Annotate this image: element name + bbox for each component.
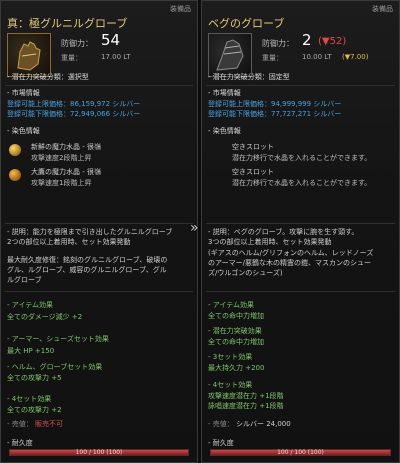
crystal-name: 新鮮の魔力水晶 - 很嶺 — [31, 143, 101, 151]
set-effect-value: 詠唱速度潜在力 +1段階 — [208, 402, 284, 410]
potential-type: - 潜在力突破分類：選択型 — [7, 73, 89, 81]
weight-label: 重量： — [61, 54, 82, 62]
crystal-name: 大鷹の魔力水晶 - 很嶺 — [31, 168, 101, 176]
set-effect-value: 最大持久力 +200 — [208, 364, 265, 372]
potential-type: - 潜在力突破分類：固定型 — [208, 73, 290, 81]
equipped-label: 装備品 — [372, 5, 393, 13]
weight-label: 重量： — [262, 54, 283, 62]
market-max-price: 登録可能上限価格：86,159,972 シルバー — [7, 100, 141, 108]
weight-value: 17.00 LT — [101, 53, 131, 61]
divider — [5, 85, 193, 86]
set-effect-value: 全ての攻撃力 +5 — [7, 374, 62, 382]
item-effect-heading: - アイテム効果 — [208, 301, 255, 309]
potential-effect-value: 全ての命中力増加 — [208, 338, 264, 346]
description-line: ルグローブ — [7, 276, 42, 284]
defense-value: 54 — [101, 31, 121, 49]
divider — [5, 291, 193, 292]
item-effect-value: 全てのダメージ減少 +2 — [7, 313, 83, 321]
item-title: 真：極グルニルグローブ — [7, 17, 128, 30]
empty-slot-title: 空きスロット — [232, 168, 274, 176]
divider — [5, 223, 193, 224]
description-line: ズ/ウルゴンのシューズ) — [208, 269, 283, 277]
dye-heading: - 染色情報 — [7, 127, 40, 135]
item-effect-value: 全ての命中力増加 — [208, 312, 264, 320]
set-effect-value: 攻撃速度潜在力 +1段階 — [208, 392, 284, 400]
defense-diff: (▼52) — [318, 36, 347, 47]
description-line: (ギアスのヘルム/グリフォンのヘルム、レッドノーズ — [208, 249, 374, 257]
defense-label: 防御力： — [262, 39, 294, 48]
set-effect-value: 全ての攻撃力 +2 — [7, 406, 62, 414]
description-line: 最大耐久度修復：銘刻のグルニルグローブ、破壊の — [7, 256, 168, 264]
description-line: のアーマー/悪鶴な木の精霊の鎧、マスカンのシュー — [208, 259, 371, 267]
sale-value: シルバー 24,000 — [236, 420, 291, 428]
equipped-label: 装備品 — [170, 5, 191, 13]
durability-heading: - 耐久度 — [208, 439, 234, 447]
market-min-price: 登録可能下限価格：72,949,066 シルバー — [7, 110, 141, 118]
item-effect-heading: - アイテム効果 — [7, 301, 54, 309]
crystal-icon[interactable] — [9, 144, 21, 156]
set-effect-heading: - アーマー、シューズセット効果 — [7, 335, 109, 343]
divider — [206, 291, 395, 292]
right-item-tooltip: 装備品 ベグのグローブ 防御力： 2 (▼52) 重量： 10.00 LT (▼… — [201, 0, 400, 463]
crystal-effect: 攻撃速度1段階上昇 — [31, 179, 92, 187]
empty-slot-desc: 潜在力移行で水晶を入れることができます。 — [232, 179, 372, 187]
set-effect-heading: - 4セット効果 — [7, 395, 52, 403]
defense-label: 防御力： — [61, 39, 93, 48]
weight-value: 10.00 LT — [302, 53, 332, 61]
market-max-price: 登録可能上限価格：94,999,999 シルバー — [208, 100, 342, 108]
defense-value: 2 — [302, 31, 312, 49]
empty-slot-desc: 潜在力移行で水晶を入れることができます。 — [232, 154, 372, 162]
dye-heading: - 染色情報 — [208, 127, 241, 135]
durability-bar: 100 / 100 (100) — [210, 449, 391, 456]
weight-diff: (▼7.00) — [342, 53, 369, 61]
set-effect-heading: - 3セット効果 — [208, 353, 253, 361]
description-line: - 説明：ベグのグローブ。攻撃に腕を生す頭す。 — [208, 228, 359, 236]
durability-text: 100 / 100 (100) — [277, 449, 324, 456]
divider — [206, 85, 395, 86]
compare-arrow-icon: » — [190, 220, 199, 236]
divider — [206, 223, 395, 224]
crystal-effect: 攻撃速度2段階上昇 — [31, 154, 92, 162]
description-line: 2つの部位以上着用時、セット効果発動 — [7, 238, 131, 246]
durability-heading: - 耐久度 — [7, 439, 33, 447]
crystal-icon[interactable] — [9, 169, 21, 181]
description-line: - 説明：能力を極限まで引き出したグルニルグローブ — [7, 228, 173, 236]
set-effect-value: 最大 HP +150 — [7, 347, 55, 355]
sale-label: - 売値： — [208, 420, 234, 428]
durability-text: 100 / 100 (100) — [75, 449, 123, 456]
gauntlet-icon — [7, 33, 51, 77]
item-title: ベグのグローブ — [208, 17, 285, 30]
left-item-tooltip: 装備品 真：極グルニルグローブ 防御力： 54 重量： 17.00 LT - 潜… — [0, 0, 198, 463]
glove-icon — [208, 33, 252, 77]
empty-slot-title: 空きスロット — [232, 143, 274, 151]
sale-label: - 売値： — [7, 420, 33, 428]
market-min-price: 登録可能下限価格：77,727,271 シルバー — [208, 110, 342, 118]
set-effect-heading: - ヘルム、グローブセット効果 — [7, 363, 103, 371]
potential-effect-heading: - 潜在力突破効果 — [208, 327, 262, 335]
set-effect-heading: - 4セット効果 — [208, 381, 253, 389]
sale-value: 販売不可 — [35, 420, 63, 428]
market-heading: - 市場情報 — [7, 89, 40, 97]
description-line: 3つの部位以上着用時、セット効果発動 — [208, 238, 332, 246]
durability-bar: 100 / 100 (100) — [9, 449, 189, 456]
market-heading: - 市場情報 — [208, 89, 241, 97]
description-line: グル、ルグローブ、威容のグルニルグローブ、グル — [7, 266, 167, 274]
